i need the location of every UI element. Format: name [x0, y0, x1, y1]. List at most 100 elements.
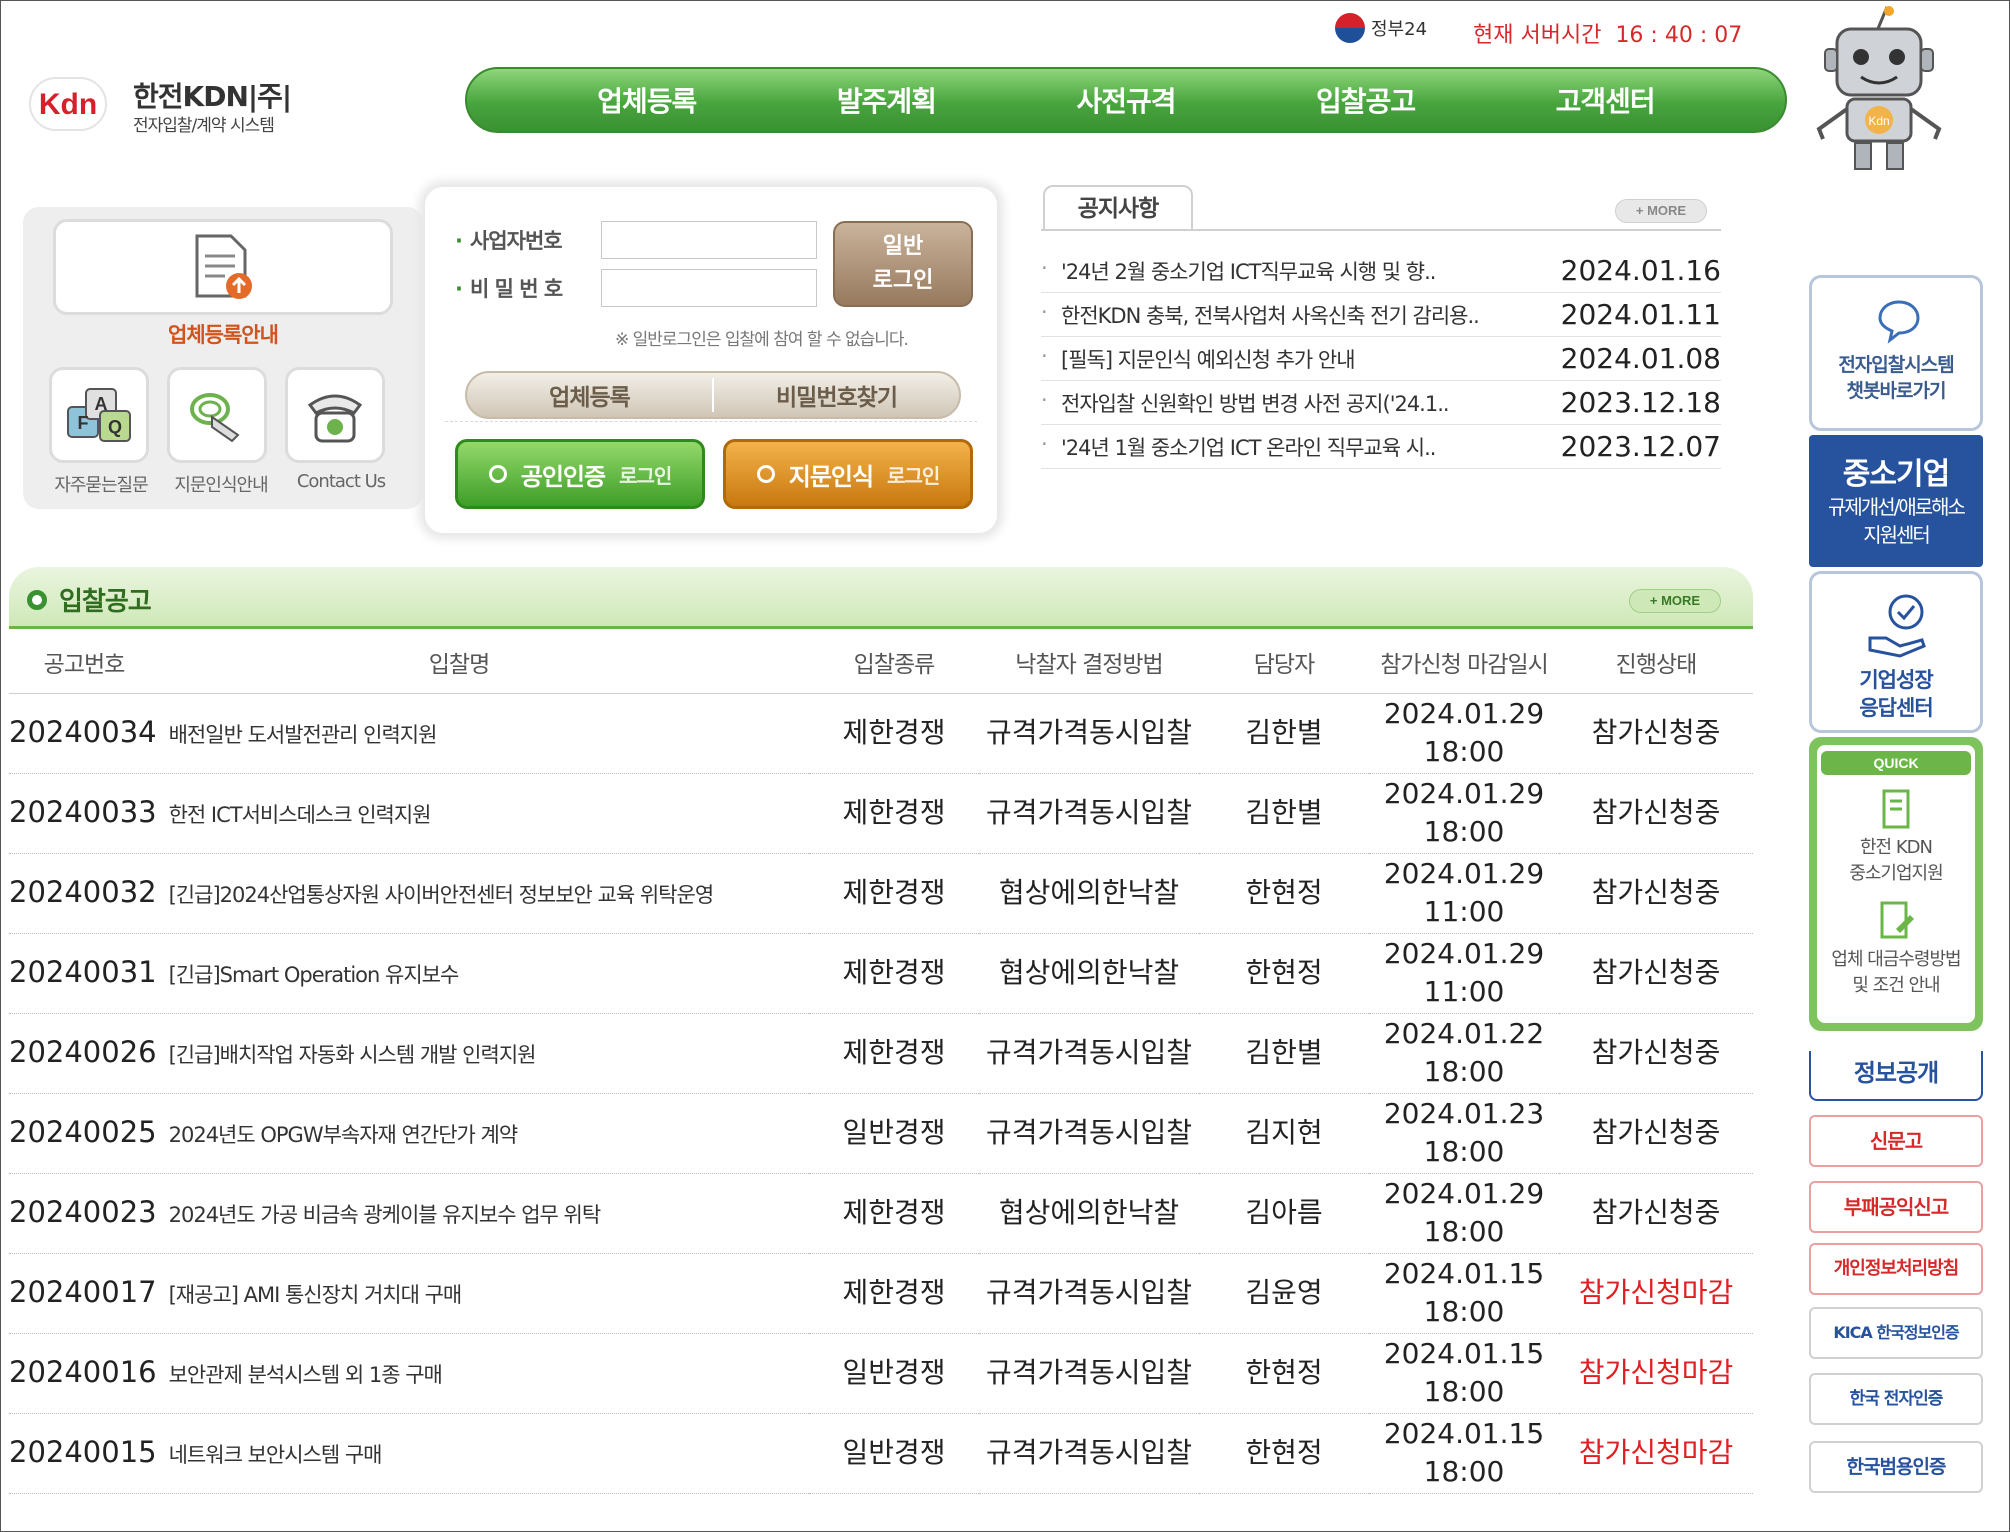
fingerprint-guide-button[interactable]: [167, 367, 267, 463]
faq-button[interactable]: F A Q: [49, 367, 149, 463]
chatbot-link[interactable]: 전자입찰시스템 챗봇바로가기: [1809, 275, 1983, 431]
bid-name: [긴급]2024산업통상자원 사이버안전센터 정보보안 교육 위탁운영: [168, 882, 715, 907]
bid-manager: 김한별: [1199, 773, 1369, 854]
register-button[interactable]: 업체등록: [467, 378, 714, 412]
quick-tag: QUICK: [1821, 751, 1971, 775]
sme-support-link[interactable]: 한전 KDN 중소기업지원: [1817, 787, 1975, 887]
contact-us-label: Contact Us: [296, 471, 386, 492]
bid-deadline: 2024.01.15 18:00: [1369, 1253, 1559, 1334]
fingerprint-login-button[interactable]: 지문인식 로그인: [723, 439, 973, 509]
nav-item-customer-center[interactable]: 고객센터: [1556, 80, 1656, 120]
password-input[interactable]: [601, 269, 817, 307]
bid-name: 한전 ICT서비스데스크 인력지원: [168, 802, 432, 827]
bid-type: 제한경쟁: [809, 773, 979, 854]
bid-deadline-date: 2024.01.29: [1383, 857, 1545, 890]
kica-link[interactable]: KICA 한국정보인증: [1809, 1307, 1983, 1359]
bid-no-and-name[interactable]: 20240016 보안관제 분석시스템 외 1종 구매: [9, 1333, 809, 1414]
bid-name: 네트워크 보안시스템 구매: [168, 1442, 383, 1467]
bid-no-and-name[interactable]: 20240026 [긴급]배치작업 자동화 시스템 개발 인력지원: [9, 1013, 809, 1094]
gov24-link[interactable]: 정부24: [1335, 13, 1427, 43]
sme-title: 중소기업: [1842, 457, 1950, 492]
table-row[interactable]: 20240016 보안관제 분석시스템 외 1종 구매 일반경쟁 규격가격동시입찰 한현…: [9, 1333, 1753, 1414]
table-row[interactable]: 20240023 2024년도 가공 비금속 광케이블 유지보수 업무 위탁 제한경…: [9, 1173, 1753, 1254]
table-row[interactable]: 20240025 2024년도 OPGW부속자재 연간단가 계약 일반경쟁 규격가격동…: [9, 1093, 1753, 1174]
bid-type: 제한경쟁: [809, 853, 979, 934]
bid-manager: 한현정: [1199, 853, 1369, 934]
list-item[interactable]: [필독] 지문인식 예외신청 추가 안내 2024.01.08: [1041, 337, 1721, 381]
bid-no-and-name[interactable]: 20240023 2024년도 가공 비금속 광케이블 유지보수 업무 위탁: [9, 1173, 809, 1254]
notice-list: '24년 2월 중소기업 ICT직무교육 시행 및 향.. 2024.01.16 한…: [1041, 249, 1721, 469]
bid-no-and-name[interactable]: 20240015 네트워크 보안시스템 구매: [9, 1413, 809, 1494]
korea-e-cert-link[interactable]: 한국 전자인증: [1809, 1373, 1983, 1425]
find-password-button[interactable]: 비밀번호찾기: [714, 378, 959, 412]
bid-name: [긴급]Smart Operation 유지보수: [168, 962, 460, 987]
bid-type: 제한경쟁: [809, 1013, 979, 1094]
bid-method: 규격가격동시입찰: [979, 1253, 1199, 1334]
bid-no-and-name[interactable]: 20240032 [긴급]2024산업통상자원 사이버안전센터 정보보안 교육 위…: [9, 853, 809, 934]
document-upload-icon: [195, 234, 252, 299]
table-row[interactable]: 20240015 네트워크 보안시스템 구매 일반경쟁 규격가격동시입찰 한현정 2024…: [9, 1413, 1753, 1494]
chatbot-line2: 챗봇바로가기: [1846, 380, 1947, 402]
cert-login-button[interactable]: 공인인증 로그인: [455, 439, 705, 509]
bid-type: 제한경쟁: [809, 1173, 979, 1254]
sinmungo-link[interactable]: 신문고: [1809, 1115, 1983, 1167]
bid-deadline: 2024.01.22 18:00: [1369, 1013, 1559, 1094]
notice-date: 2024.01.11: [1560, 298, 1721, 331]
bid-name: 2024년도 가공 비금속 광케이블 유지보수 업무 위탁: [168, 1202, 602, 1227]
bid-deadline-date: 2024.01.29: [1383, 697, 1545, 730]
bid-more-button[interactable]: + MORE: [1629, 589, 1721, 613]
column-header: 공고번호 입찰명: [9, 631, 809, 694]
list-item[interactable]: '24년 2월 중소기업 ICT직무교육 시행 및 향.. 2024.01.16: [1041, 249, 1721, 293]
bid-status: 참가신청마감: [1559, 1333, 1753, 1414]
list-item[interactable]: '24년 1월 중소기업 ICT 온라인 직무교육 시.. 2023.12.07: [1041, 425, 1721, 469]
tab-notice[interactable]: 공지사항: [1043, 185, 1193, 231]
site-logo[interactable]: Kdn 한전KDN|주| 전자입찰/계약 시스템: [29, 71, 299, 141]
table-row[interactable]: 20240017 [재공고] AMI 통신장치 거치대 구매 제한경쟁 규격가격동시입…: [9, 1253, 1753, 1334]
payment-guide-link[interactable]: 업체 대금수령방법 및 조건 안내: [1817, 899, 1975, 999]
bid-deadline-date: 2024.01.29: [1383, 777, 1545, 810]
bid-no-and-name[interactable]: 20240017 [재공고] AMI 통신장치 거치대 구매: [9, 1253, 809, 1334]
nav-item-register[interactable]: 업체등록: [597, 80, 697, 120]
list-item[interactable]: 한전KDN 충북, 전북사업처 사옥신축 전기 감리용.. 2024.01.11: [1041, 293, 1721, 337]
bid-deadline: 2024.01.15 18:00: [1369, 1333, 1559, 1414]
crosscert-link[interactable]: 한국범용인증: [1809, 1441, 1983, 1493]
bid-name: [재공고] AMI 통신장치 거치대 구매: [168, 1282, 463, 1307]
growth-line2: 응답센터: [1859, 696, 1933, 720]
table-row[interactable]: 20240026 [긴급]배치작업 자동화 시스템 개발 인력지원 제한경쟁 규격가격…: [9, 1013, 1753, 1094]
growth-response-center-link[interactable]: 기업성장 응답센터: [1809, 571, 1983, 733]
nav-item-pre-spec[interactable]: 사전규격: [1076, 80, 1176, 120]
password-label: 비 밀 번 호: [455, 273, 601, 303]
column-header-method: 낙찰자 결정방법: [979, 631, 1199, 694]
bid-notice-table: 공고번호 입찰명 입찰종류 낙찰자 결정방법 담당자 참가신청 마감일시 진행상태…: [9, 631, 1753, 1494]
bid-no: 20240032: [9, 874, 157, 909]
bid-manager: 김윤영: [1199, 1253, 1369, 1334]
general-login-line2: 로그인: [872, 268, 934, 293]
business-no-input[interactable]: [601, 221, 817, 259]
bid-manager: 김한별: [1199, 693, 1369, 774]
nav-item-order-plan[interactable]: 발주계획: [837, 80, 937, 120]
notice-more-button[interactable]: + MORE: [1615, 199, 1707, 223]
list-item[interactable]: 전자입찰 신원확인 방법 변경 사전 공지('24.1.. 2023.12.18: [1041, 381, 1721, 425]
sme-support-center-link[interactable]: 중소기업 규제개선/애로해소 지원센터: [1809, 435, 1983, 567]
bid-deadline-time: 11:00: [1423, 975, 1505, 1008]
bid-no-and-name[interactable]: 20240033 한전 ICT서비스데스크 인력지원: [9, 773, 809, 854]
bid-method: 협상에의한낙찰: [979, 853, 1199, 934]
table-row[interactable]: 20240032 [긴급]2024산업통상자원 사이버안전센터 정보보안 교육 위…: [9, 853, 1753, 934]
bid-no: 20240015: [9, 1434, 157, 1469]
info-disclosure-link[interactable]: 정보공개: [1809, 1051, 1983, 1101]
table-row[interactable]: 20240034 배전일반 도서발전관리 인력지원 제한경쟁 규격가격동시입찰 김한별 2…: [9, 693, 1753, 774]
bid-no-and-name[interactable]: 20240025 2024년도 OPGW부속자재 연간단가 계약: [9, 1093, 809, 1174]
general-login-button[interactable]: 일반 로그인: [833, 221, 973, 307]
register-guide-button[interactable]: [53, 219, 393, 315]
table-row[interactable]: 20240031 [긴급]Smart Operation 유지보수 제한경쟁 협상에의…: [9, 933, 1753, 1014]
faq-icon: F A Q: [67, 388, 131, 442]
bid-notice-header: 입찰공고 + MORE: [9, 567, 1753, 629]
nav-item-bid-notice[interactable]: 입찰공고: [1316, 80, 1416, 120]
table-row[interactable]: 20240033 한전 ICT서비스데스크 인력지원 제한경쟁 규격가격동시입찰 김한별…: [9, 773, 1753, 854]
svg-text:F: F: [78, 413, 89, 433]
contact-us-button[interactable]: [285, 367, 385, 463]
corruption-report-link[interactable]: 부패공익신고: [1809, 1181, 1983, 1233]
bid-no-and-name[interactable]: 20240034 배전일반 도서발전관리 인력지원: [9, 693, 809, 774]
bid-no-and-name[interactable]: 20240031 [긴급]Smart Operation 유지보수: [9, 933, 809, 1014]
privacy-policy-link[interactable]: 개인정보처리방침: [1809, 1243, 1983, 1295]
